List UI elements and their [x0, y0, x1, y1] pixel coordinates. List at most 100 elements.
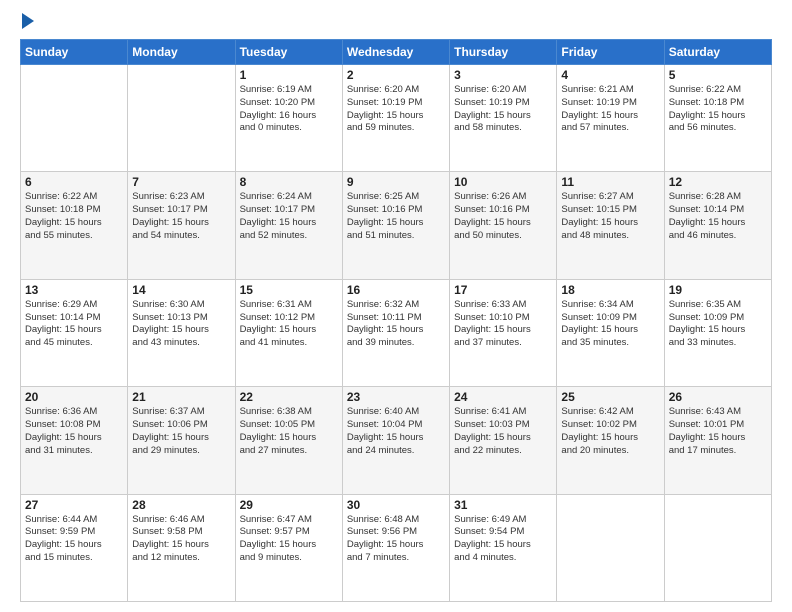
day-number: 6: [25, 175, 123, 189]
calendar-day-header: Tuesday: [235, 40, 342, 65]
calendar-week-row: 27 Sunrise: 6:44 AM Sunset: 9:59 PM Dayli…: [21, 494, 772, 601]
table-row: 5Sunrise: 6:22 AM Sunset: 10:18 PM Dayli…: [664, 65, 771, 172]
calendar-day-header: Sunday: [21, 40, 128, 65]
cell-content: Sunrise: 6:30 AM Sunset: 10:13 PM Daylig…: [132, 299, 230, 350]
calendar-day-header: Friday: [557, 40, 664, 65]
cell-content: Sunrise: 6:42 AM Sunset: 10:02 PM Daylig…: [561, 406, 659, 457]
calendar-week-row: 1 Sunrise: 6:19 AM Sunset: 10:20 PM Dayli…: [21, 65, 772, 172]
table-row: 8 Sunrise: 6:24 AM Sunset: 10:17 PM Dayli…: [235, 172, 342, 279]
table-row: 15 Sunrise: 6:31 AM Sunset: 10:12 PM Dayl…: [235, 279, 342, 386]
day-number: 2: [347, 68, 445, 82]
cell-content: Sunrise: 6:23 AM Sunset: 10:17 PM Daylig…: [132, 191, 230, 242]
day-number: 22: [240, 390, 338, 404]
day-number: 8: [240, 175, 338, 189]
calendar-week-row: 13 Sunrise: 6:29 AM Sunset: 10:14 PM Dayl…: [21, 279, 772, 386]
cell-content: Sunrise: 6:34 AM Sunset: 10:09 PM Daylig…: [561, 299, 659, 350]
cell-content: Sunrise: 6:19 AM Sunset: 10:20 PM Daylig…: [240, 84, 338, 135]
table-row: 23 Sunrise: 6:40 AM Sunset: 10:04 PM Dayl…: [342, 387, 449, 494]
cell-content: Sunrise: 6:28 AM Sunset: 10:14 PM Daylig…: [669, 191, 767, 242]
table-row: 20Sunrise: 6:36 AM Sunset: 10:08 PM Dayl…: [21, 387, 128, 494]
calendar-body: 1 Sunrise: 6:19 AM Sunset: 10:20 PM Dayli…: [21, 65, 772, 602]
cell-content: Sunrise: 6:27 AM Sunset: 10:15 PM Daylig…: [561, 191, 659, 242]
day-number: 27: [25, 498, 123, 512]
table-row: 17 Sunrise: 6:33 AM Sunset: 10:10 PM Dayl…: [450, 279, 557, 386]
table-row: 22Sunrise: 6:38 AM Sunset: 10:05 PM Dayl…: [235, 387, 342, 494]
table-row: [557, 494, 664, 601]
table-row: 12Sunrise: 6:28 AM Sunset: 10:14 PM Dayl…: [664, 172, 771, 279]
cell-content: Sunrise: 6:41 AM Sunset: 10:03 PM Daylig…: [454, 406, 552, 457]
logo-arrow-icon: [22, 13, 34, 29]
day-number: 10: [454, 175, 552, 189]
cell-content: Sunrise: 6:48 AM Sunset: 9:56 PM Dayligh…: [347, 514, 445, 565]
day-number: 11: [561, 175, 659, 189]
table-row: 14 Sunrise: 6:30 AM Sunset: 10:13 PM Dayl…: [128, 279, 235, 386]
cell-content: Sunrise: 6:21 AM Sunset: 10:19 PM Daylig…: [561, 84, 659, 135]
calendar-day-header: Saturday: [664, 40, 771, 65]
calendar-week-row: 20Sunrise: 6:36 AM Sunset: 10:08 PM Dayl…: [21, 387, 772, 494]
day-number: 9: [347, 175, 445, 189]
table-row: 25 Sunrise: 6:42 AM Sunset: 10:02 PM Dayl…: [557, 387, 664, 494]
table-row: 4 Sunrise: 6:21 AM Sunset: 10:19 PM Dayli…: [557, 65, 664, 172]
day-number: 18: [561, 283, 659, 297]
calendar-week-row: 6 Sunrise: 6:22 AM Sunset: 10:18 PM Dayli…: [21, 172, 772, 279]
day-number: 13: [25, 283, 123, 297]
table-row: 24 Sunrise: 6:41 AM Sunset: 10:03 PM Dayl…: [450, 387, 557, 494]
table-row: 11 Sunrise: 6:27 AM Sunset: 10:15 PM Dayl…: [557, 172, 664, 279]
cell-content: Sunrise: 6:40 AM Sunset: 10:04 PM Daylig…: [347, 406, 445, 457]
cell-content: Sunrise: 6:44 AM Sunset: 9:59 PM Dayligh…: [25, 514, 123, 565]
day-number: 30: [347, 498, 445, 512]
cell-content: Sunrise: 6:26 AM Sunset: 10:16 PM Daylig…: [454, 191, 552, 242]
day-number: 24: [454, 390, 552, 404]
calendar-day-header: Wednesday: [342, 40, 449, 65]
table-row: 7 Sunrise: 6:23 AM Sunset: 10:17 PM Dayli…: [128, 172, 235, 279]
calendar-table: SundayMondayTuesdayWednesdayThursdayFrid…: [20, 39, 772, 602]
cell-content: Sunrise: 6:22 AM Sunset: 10:18 PM Daylig…: [669, 84, 767, 135]
table-row: 18 Sunrise: 6:34 AM Sunset: 10:09 PM Dayl…: [557, 279, 664, 386]
cell-content: Sunrise: 6:22 AM Sunset: 10:18 PM Daylig…: [25, 191, 123, 242]
calendar-header-row: SundayMondayTuesdayWednesdayThursdayFrid…: [21, 40, 772, 65]
day-number: 7: [132, 175, 230, 189]
day-number: 15: [240, 283, 338, 297]
day-number: 4: [561, 68, 659, 82]
cell-content: Sunrise: 6:37 AM Sunset: 10:06 PM Daylig…: [132, 406, 230, 457]
day-number: 28: [132, 498, 230, 512]
table-row: [664, 494, 771, 601]
table-row: 21Sunrise: 6:37 AM Sunset: 10:06 PM Dayl…: [128, 387, 235, 494]
table-row: 16Sunrise: 6:32 AM Sunset: 10:11 PM Dayl…: [342, 279, 449, 386]
cell-content: Sunrise: 6:46 AM Sunset: 9:58 PM Dayligh…: [132, 514, 230, 565]
table-row: [21, 65, 128, 172]
cell-content: Sunrise: 6:43 AM Sunset: 10:01 PM Daylig…: [669, 406, 767, 457]
cell-content: Sunrise: 6:29 AM Sunset: 10:14 PM Daylig…: [25, 299, 123, 350]
day-number: 25: [561, 390, 659, 404]
logo: [20, 15, 34, 29]
table-row: 13 Sunrise: 6:29 AM Sunset: 10:14 PM Dayl…: [21, 279, 128, 386]
calendar-day-header: Thursday: [450, 40, 557, 65]
day-number: 14: [132, 283, 230, 297]
day-number: 17: [454, 283, 552, 297]
day-number: 23: [347, 390, 445, 404]
table-row: 9Sunrise: 6:25 AM Sunset: 10:16 PM Dayli…: [342, 172, 449, 279]
table-row: 30 Sunrise: 6:48 AM Sunset: 9:56 PM Dayli…: [342, 494, 449, 601]
table-row: 27 Sunrise: 6:44 AM Sunset: 9:59 PM Dayli…: [21, 494, 128, 601]
day-number: 26: [669, 390, 767, 404]
table-row: 10 Sunrise: 6:26 AM Sunset: 10:16 PM Dayl…: [450, 172, 557, 279]
table-row: 26 Sunrise: 6:43 AM Sunset: 10:01 PM Dayl…: [664, 387, 771, 494]
header: [20, 15, 772, 29]
cell-content: Sunrise: 6:31 AM Sunset: 10:12 PM Daylig…: [240, 299, 338, 350]
cell-content: Sunrise: 6:33 AM Sunset: 10:10 PM Daylig…: [454, 299, 552, 350]
table-row: [128, 65, 235, 172]
table-row: 1 Sunrise: 6:19 AM Sunset: 10:20 PM Dayli…: [235, 65, 342, 172]
cell-content: Sunrise: 6:36 AM Sunset: 10:08 PM Daylig…: [25, 406, 123, 457]
table-row: 19Sunrise: 6:35 AM Sunset: 10:09 PM Dayl…: [664, 279, 771, 386]
cell-content: Sunrise: 6:20 AM Sunset: 10:19 PM Daylig…: [454, 84, 552, 135]
table-row: 3 Sunrise: 6:20 AM Sunset: 10:19 PM Dayli…: [450, 65, 557, 172]
table-row: 2 Sunrise: 6:20 AM Sunset: 10:19 PM Dayli…: [342, 65, 449, 172]
day-number: 31: [454, 498, 552, 512]
table-row: 28 Sunrise: 6:46 AM Sunset: 9:58 PM Dayli…: [128, 494, 235, 601]
day-number: 29: [240, 498, 338, 512]
cell-content: Sunrise: 6:20 AM Sunset: 10:19 PM Daylig…: [347, 84, 445, 135]
day-number: 3: [454, 68, 552, 82]
cell-content: Sunrise: 6:24 AM Sunset: 10:17 PM Daylig…: [240, 191, 338, 242]
day-number: 1: [240, 68, 338, 82]
cell-content: Sunrise: 6:49 AM Sunset: 9:54 PM Dayligh…: [454, 514, 552, 565]
